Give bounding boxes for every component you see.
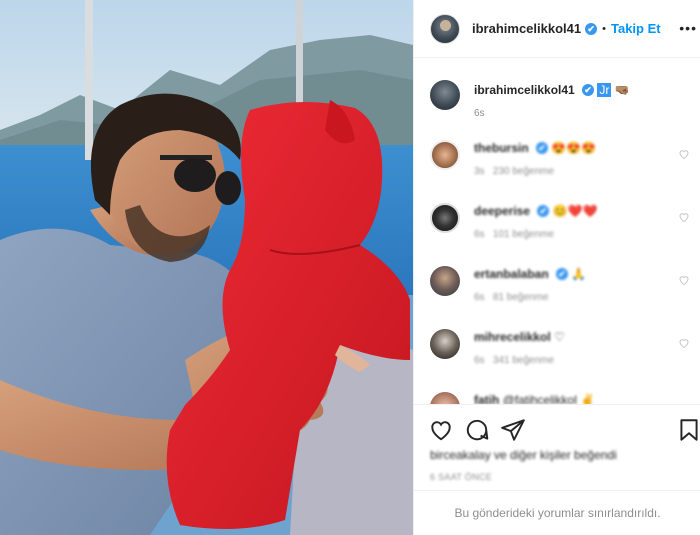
- comment-likes[interactable]: 341 beğenme: [493, 355, 554, 366]
- comment-text: ♡: [554, 330, 565, 344]
- author-username[interactable]: ibrahimcelikkol41: [472, 21, 581, 36]
- post-side-panel: ibrahimcelikkol41 ✔ • Takip Et ••• ibrah…: [413, 0, 700, 535]
- comment-meta: 6s 341 beğenme: [474, 355, 679, 366]
- caption-emoji: 🤜🏽: [614, 83, 630, 97]
- share-send-icon[interactable]: [500, 417, 526, 443]
- verified-badge-icon: ✔: [585, 22, 598, 35]
- comment-username[interactable]: fatih: [474, 393, 499, 404]
- comment-like-heart-icon[interactable]: [678, 337, 690, 349]
- follow-button[interactable]: Takip Et: [611, 21, 661, 36]
- comment-time: 6s: [474, 292, 485, 303]
- comment-avatar[interactable]: [430, 266, 460, 296]
- post-header: ibrahimcelikkol41 ✔ • Takip Et •••: [414, 0, 700, 58]
- comment-line: ertanbalaban ✔ 🙏: [474, 266, 679, 282]
- comment-likes[interactable]: 230 beğenme: [493, 166, 554, 177]
- comment-verified-icon: ✔: [536, 142, 549, 154]
- comment-username[interactable]: mihrecelikkol: [474, 330, 551, 344]
- caption-verified-icon: ✔: [582, 84, 595, 96]
- comment-body: deeperise ✔ 😊❤️❤️ 6s 101 beğenme: [474, 203, 679, 240]
- comment-bubble-icon[interactable]: [464, 417, 490, 443]
- comment-body: fatih @fatihcelikkol ✌: [474, 392, 679, 404]
- caption-tag[interactable]: Jr: [597, 83, 612, 97]
- comment-body: ertanbalaban ✔ 🙏 6s 81 beğenme: [474, 266, 679, 303]
- comment-username[interactable]: deeperise: [474, 204, 530, 218]
- comment-avatar[interactable]: [430, 329, 460, 359]
- comment-likes[interactable]: 81 beğenme: [493, 292, 549, 303]
- post-actions-bar: [414, 404, 700, 454]
- comment-time: 6s: [474, 229, 485, 240]
- comment-time: 3s: [474, 166, 485, 177]
- post-photo-art: [0, 0, 413, 535]
- save-bookmark-icon[interactable]: [676, 417, 700, 443]
- comment-line: deeperise ✔ 😊❤️❤️: [474, 203, 679, 219]
- comment-body: thebursin ✔ 😍😍😍 3s 230 beğenme: [474, 140, 679, 177]
- comment-text: 😍😍😍: [551, 141, 597, 155]
- comment-avatar[interactable]: [430, 203, 460, 233]
- caption-body: ibrahimcelikkol41 ✔ Jr 🤜🏽 6s: [474, 80, 679, 119]
- comment-line: fatih @fatihcelikkol ✌: [474, 392, 679, 404]
- comment-time: 6s: [474, 355, 485, 366]
- comment-avatar[interactable]: [430, 140, 460, 170]
- comment-body: mihrecelikkol ♡ 6s 341 beğenme: [474, 329, 679, 366]
- comment-meta: 3s 230 beğenme: [474, 166, 679, 177]
- header-separator: •: [602, 22, 606, 35]
- comments-restricted-notice: Bu gönderideki yorumlar sınırlandırıldı.: [414, 490, 700, 535]
- comment-text: 😊❤️❤️: [552, 204, 598, 218]
- author-avatar[interactable]: [430, 13, 460, 44]
- comment-meta: 6s 101 beğenme: [474, 229, 679, 240]
- comment-username[interactable]: thebursin: [474, 141, 529, 155]
- comment-text: 🙏: [571, 267, 587, 281]
- caption-time: 6s: [474, 108, 485, 119]
- comments-list[interactable]: ibrahimcelikkol41 ✔ Jr 🤜🏽 6s thebursin ✔…: [414, 58, 700, 404]
- like-heart-icon[interactable]: [428, 417, 454, 443]
- post-photo[interactable]: [0, 0, 413, 535]
- comment-line: thebursin ✔ 😍😍😍: [474, 140, 679, 156]
- comment-text: @fatihcelikkol ✌: [502, 393, 596, 404]
- comment-line: mihrecelikkol ♡: [474, 329, 679, 345]
- comment-username[interactable]: ertanbalaban: [474, 267, 549, 281]
- comment-verified-icon: ✔: [556, 268, 569, 280]
- comment-like-heart-icon[interactable]: [678, 148, 690, 160]
- comment-meta: 6s 81 beğenme: [474, 292, 679, 303]
- comment-like-heart-icon[interactable]: [678, 211, 690, 223]
- likes-summary[interactable]: birceakalay ve diğer kişiler beğendi: [430, 448, 617, 462]
- comment-likes[interactable]: 101 beğenme: [493, 229, 554, 240]
- caption-username[interactable]: ibrahimcelikkol41: [474, 83, 575, 97]
- post-time-ago: 6 SAAT ÖNCE: [430, 472, 492, 482]
- caption-avatar[interactable]: [430, 80, 460, 110]
- comment-like-heart-icon[interactable]: [678, 274, 690, 286]
- comment-verified-icon: ✔: [537, 205, 550, 217]
- comment-avatar[interactable]: [430, 392, 460, 404]
- more-options-icon[interactable]: •••: [679, 20, 697, 36]
- caption-line: ibrahimcelikkol41 ✔ Jr 🤜🏽: [474, 82, 679, 98]
